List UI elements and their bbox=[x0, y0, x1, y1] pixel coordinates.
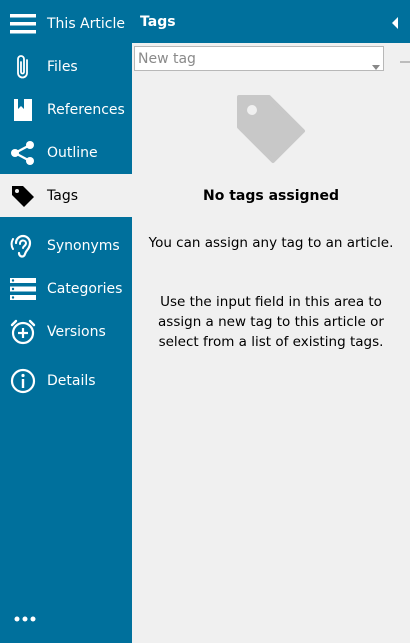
chevron-left-icon[interactable] bbox=[390, 15, 400, 29]
tags-panel: Tags No tags assigned You can assign any… bbox=[132, 0, 410, 643]
bookmark-icon bbox=[10, 97, 36, 123]
sidebar-item-label: Outline bbox=[47, 144, 98, 161]
sidebar-item-label: Categories bbox=[47, 280, 123, 297]
new-tag-input[interactable] bbox=[135, 47, 360, 70]
empty-state-title: No tags assigned bbox=[203, 188, 339, 204]
panel-title: Tags bbox=[140, 14, 176, 30]
ear-icon bbox=[10, 233, 36, 259]
sidebar-item-outline[interactable]: Outline bbox=[0, 131, 132, 174]
tag-icon bbox=[10, 183, 36, 209]
sidebar-item-synonyms[interactable]: Synonyms bbox=[0, 224, 132, 267]
paperclip-icon bbox=[10, 54, 36, 80]
sidebar-item-label: Synonyms bbox=[47, 237, 120, 254]
more-dots-icon[interactable] bbox=[12, 610, 40, 628]
sidebar-item-label: References bbox=[47, 101, 125, 118]
sidebar-item-tags[interactable]: Tags bbox=[0, 174, 132, 217]
sidebar: This Article Files References Outline Ta… bbox=[0, 0, 132, 643]
sidebar-item-files[interactable]: Files bbox=[0, 45, 132, 88]
menu-icon bbox=[10, 11, 36, 37]
sidebar-item-label: Tags bbox=[47, 187, 78, 204]
new-tag-combobox[interactable] bbox=[134, 46, 384, 71]
list-icon bbox=[10, 276, 36, 302]
panel-header: Tags bbox=[132, 0, 410, 43]
chevron-down-icon[interactable] bbox=[372, 56, 380, 70]
sidebar-item-label: Files bbox=[47, 58, 78, 75]
sidebar-item-label: Versions bbox=[47, 323, 106, 340]
sidebar-item-this-article[interactable]: This Article bbox=[0, 2, 132, 45]
tag-icon bbox=[235, 93, 307, 165]
info-icon bbox=[10, 368, 36, 394]
sidebar-item-details[interactable]: Details bbox=[0, 359, 132, 402]
share-icon bbox=[10, 140, 36, 166]
alarm-plus-icon bbox=[10, 319, 36, 345]
sidebar-item-label: This Article bbox=[47, 15, 125, 32]
sidebar-item-versions[interactable]: Versions bbox=[0, 310, 132, 353]
add-tag-icon[interactable] bbox=[400, 52, 410, 63]
sidebar-item-references[interactable]: References bbox=[0, 88, 132, 131]
sidebar-item-label: Details bbox=[47, 372, 96, 389]
empty-state-help-text: Use the input field in this area to assi… bbox=[158, 294, 384, 350]
sidebar-item-categories[interactable]: Categories bbox=[0, 267, 132, 310]
empty-state-text: You can assign any tag to an article. bbox=[148, 235, 394, 251]
